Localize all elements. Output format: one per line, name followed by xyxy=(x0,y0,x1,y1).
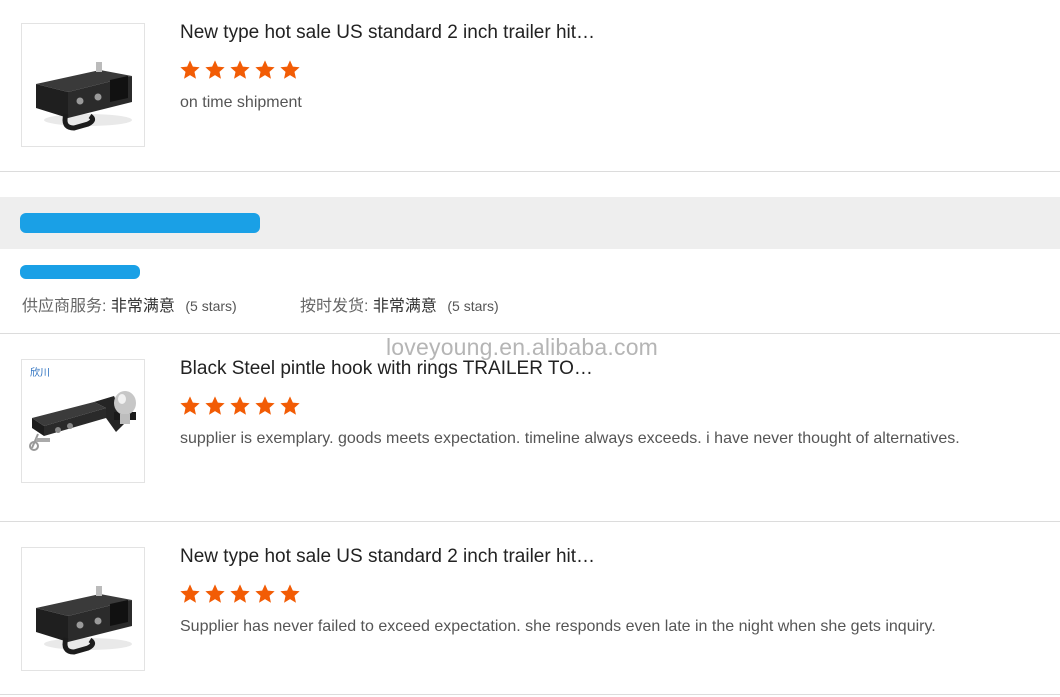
star-icon xyxy=(255,396,275,415)
star-icon xyxy=(230,396,250,415)
star-rating xyxy=(179,59,301,81)
divider xyxy=(0,521,1060,522)
product-thumbnail[interactable]: 欣川 xyxy=(21,359,145,483)
shipping-value: 非常满意 xyxy=(372,298,437,315)
redacted-buyer-name xyxy=(20,213,260,233)
star-icon xyxy=(205,60,225,79)
product-thumbnail[interactable] xyxy=(21,23,145,147)
star-rating xyxy=(179,395,301,417)
service-value: 非常满意 xyxy=(110,298,175,315)
star-icon xyxy=(280,396,300,415)
star-icon xyxy=(280,60,300,79)
star-icon xyxy=(255,60,275,79)
redacted-buyer-info xyxy=(20,265,140,279)
star-rating xyxy=(179,583,301,605)
product-title[interactable]: Black Steel pintle hook with rings TRAIL… xyxy=(180,358,593,380)
brand-logo: 欣川 xyxy=(30,368,50,379)
product-title[interactable]: New type hot sale US standard 2 inch tra… xyxy=(180,546,595,568)
star-icon xyxy=(180,396,200,415)
service-label: 供应商服务: xyxy=(22,298,107,315)
star-icon xyxy=(255,584,275,603)
review-comment: supplier is exemplary. goods meets expec… xyxy=(180,430,960,447)
shipping-label: 按时发货: xyxy=(300,298,369,315)
review-comment: on time shipment xyxy=(180,94,302,111)
product-title[interactable]: New type hot sale US standard 2 inch tra… xyxy=(180,22,595,44)
service-count: (5 stars) xyxy=(185,298,237,314)
shipping-count: (5 stars) xyxy=(447,298,499,314)
review-comment: Supplier has never failed to exceed expe… xyxy=(180,618,936,635)
trailer-hitch-receiver-icon xyxy=(36,586,132,655)
star-icon xyxy=(280,584,300,603)
star-icon xyxy=(230,60,250,79)
star-icon xyxy=(205,396,225,415)
divider xyxy=(0,694,1060,695)
star-icon xyxy=(180,584,200,603)
product-thumbnail[interactable] xyxy=(21,547,145,671)
star-icon xyxy=(230,584,250,603)
supplier-rating-summary: 供应商服务: 非常满意 (5 stars) 按时发货: 非常满意 (5 star… xyxy=(22,292,499,316)
star-icon xyxy=(205,584,225,603)
watermark: loveyoung.en.alibaba.com xyxy=(386,334,659,360)
divider xyxy=(0,171,1060,172)
buyer-header xyxy=(0,197,1060,249)
trailer-hitch-receiver-icon xyxy=(36,62,132,131)
star-icon xyxy=(180,60,200,79)
